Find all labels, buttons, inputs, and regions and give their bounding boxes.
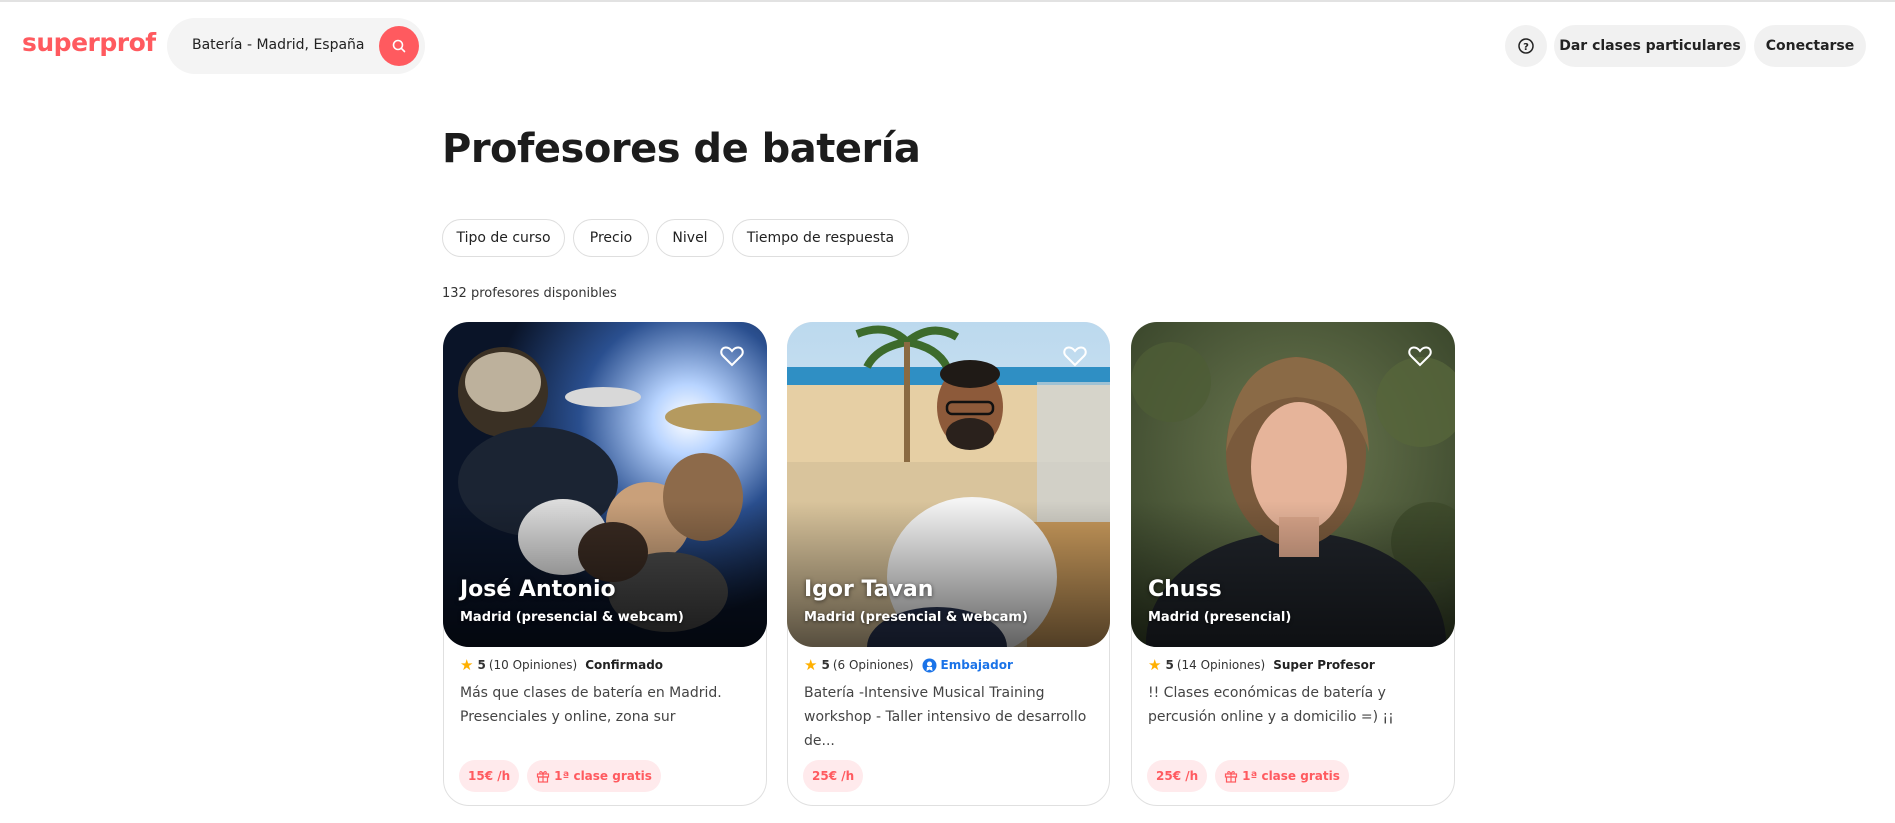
filter-level[interactable]: Nivel [656, 219, 724, 257]
filter-response-time[interactable]: Tiempo de respuesta [732, 219, 909, 257]
heart-icon[interactable] [720, 345, 744, 367]
search-bar[interactable]: Batería - Madrid, España [167, 18, 425, 74]
superprof-logo[interactable]: superprof [22, 28, 156, 57]
tutor-description: Más que clases de batería en Madrid. Pre… [460, 685, 722, 725]
help-glyph: ? [1523, 42, 1529, 53]
help-button[interactable]: ? [1505, 25, 1547, 67]
tutor-card[interactable]: José Antonio Madrid (presencial & webcam… [443, 322, 767, 806]
tutor-description: !! Clases económicas de batería y percus… [1148, 685, 1394, 725]
star-icon: ★ [804, 656, 818, 674]
ambassador-label: Embajador [940, 658, 1013, 672]
tutor-card[interactable]: Chuss Madrid (presencial) ★ 5 (14 Opinio… [1131, 322, 1455, 806]
tutor-name[interactable]: José Antonio [460, 577, 616, 602]
star-icon: ★ [460, 656, 474, 674]
gift-icon [537, 771, 550, 783]
ambassador-icon [922, 658, 937, 672]
search-input[interactable]: Batería - Madrid, España [192, 37, 365, 53]
ambassador-badge: Embajador [922, 658, 1013, 673]
tutor-location: Madrid (presencial & webcam) [804, 610, 1028, 625]
help-icon: ? [1518, 38, 1534, 54]
give-classes-button[interactable]: Dar clases particulares [1554, 25, 1746, 67]
status-badge: Super Profesor [1273, 658, 1375, 672]
review-count: (10 Opiniones) [488, 658, 578, 672]
tutor-rating: ★ 5 (14 Opiniones) Super Profesor [1148, 656, 1375, 674]
top-border [0, 0, 1895, 2]
price-chip: 25€ /h [1147, 760, 1208, 792]
rating-score: 5 [1165, 658, 1174, 672]
filter-course-type[interactable]: Tipo de curso [442, 219, 565, 257]
gift-icon [1225, 771, 1238, 783]
free-class-label: 1ª clase gratis [1242, 769, 1340, 783]
tutor-description: Batería -Intensive Musical Training work… [804, 685, 1087, 749]
rating-score: 5 [821, 658, 830, 672]
free-class-chip: 1ª clase gratis [527, 760, 661, 792]
free-class-label: 1ª clase gratis [554, 769, 652, 783]
rating-score: 5 [477, 658, 486, 672]
tutor-name[interactable]: Chuss [1148, 577, 1222, 602]
review-count: (14 Opiniones) [1176, 658, 1266, 672]
star-icon: ★ [1148, 656, 1162, 674]
review-count: (6 Opiniones) [832, 658, 914, 672]
free-class-chip: 1ª clase gratis [1215, 760, 1349, 792]
price-chip: 25€ /h [803, 760, 864, 792]
filter-price[interactable]: Precio [573, 219, 649, 257]
tutor-rating: ★ 5 (10 Opiniones) Confirmado [460, 656, 663, 674]
status-badge: Confirmado [585, 658, 664, 672]
heart-icon[interactable] [1408, 345, 1432, 367]
heart-icon[interactable] [1063, 345, 1087, 367]
results-count: 132 profesores disponibles [442, 286, 617, 301]
tutor-card[interactable]: Igor Tavan Madrid (presencial & webcam) … [787, 322, 1110, 806]
tutor-rating: ★ 5 (6 Opiniones) Embajador [804, 656, 1013, 674]
login-button[interactable]: Conectarse [1754, 25, 1866, 67]
price-chip: 15€ /h [459, 760, 520, 792]
search-button[interactable] [379, 26, 419, 66]
tutor-location: Madrid (presencial) [1148, 610, 1292, 625]
search-icon [392, 39, 406, 53]
tutor-name[interactable]: Igor Tavan [804, 577, 933, 602]
page-title: Profesores de batería [442, 126, 921, 172]
tutor-location: Madrid (presencial & webcam) [460, 610, 684, 625]
